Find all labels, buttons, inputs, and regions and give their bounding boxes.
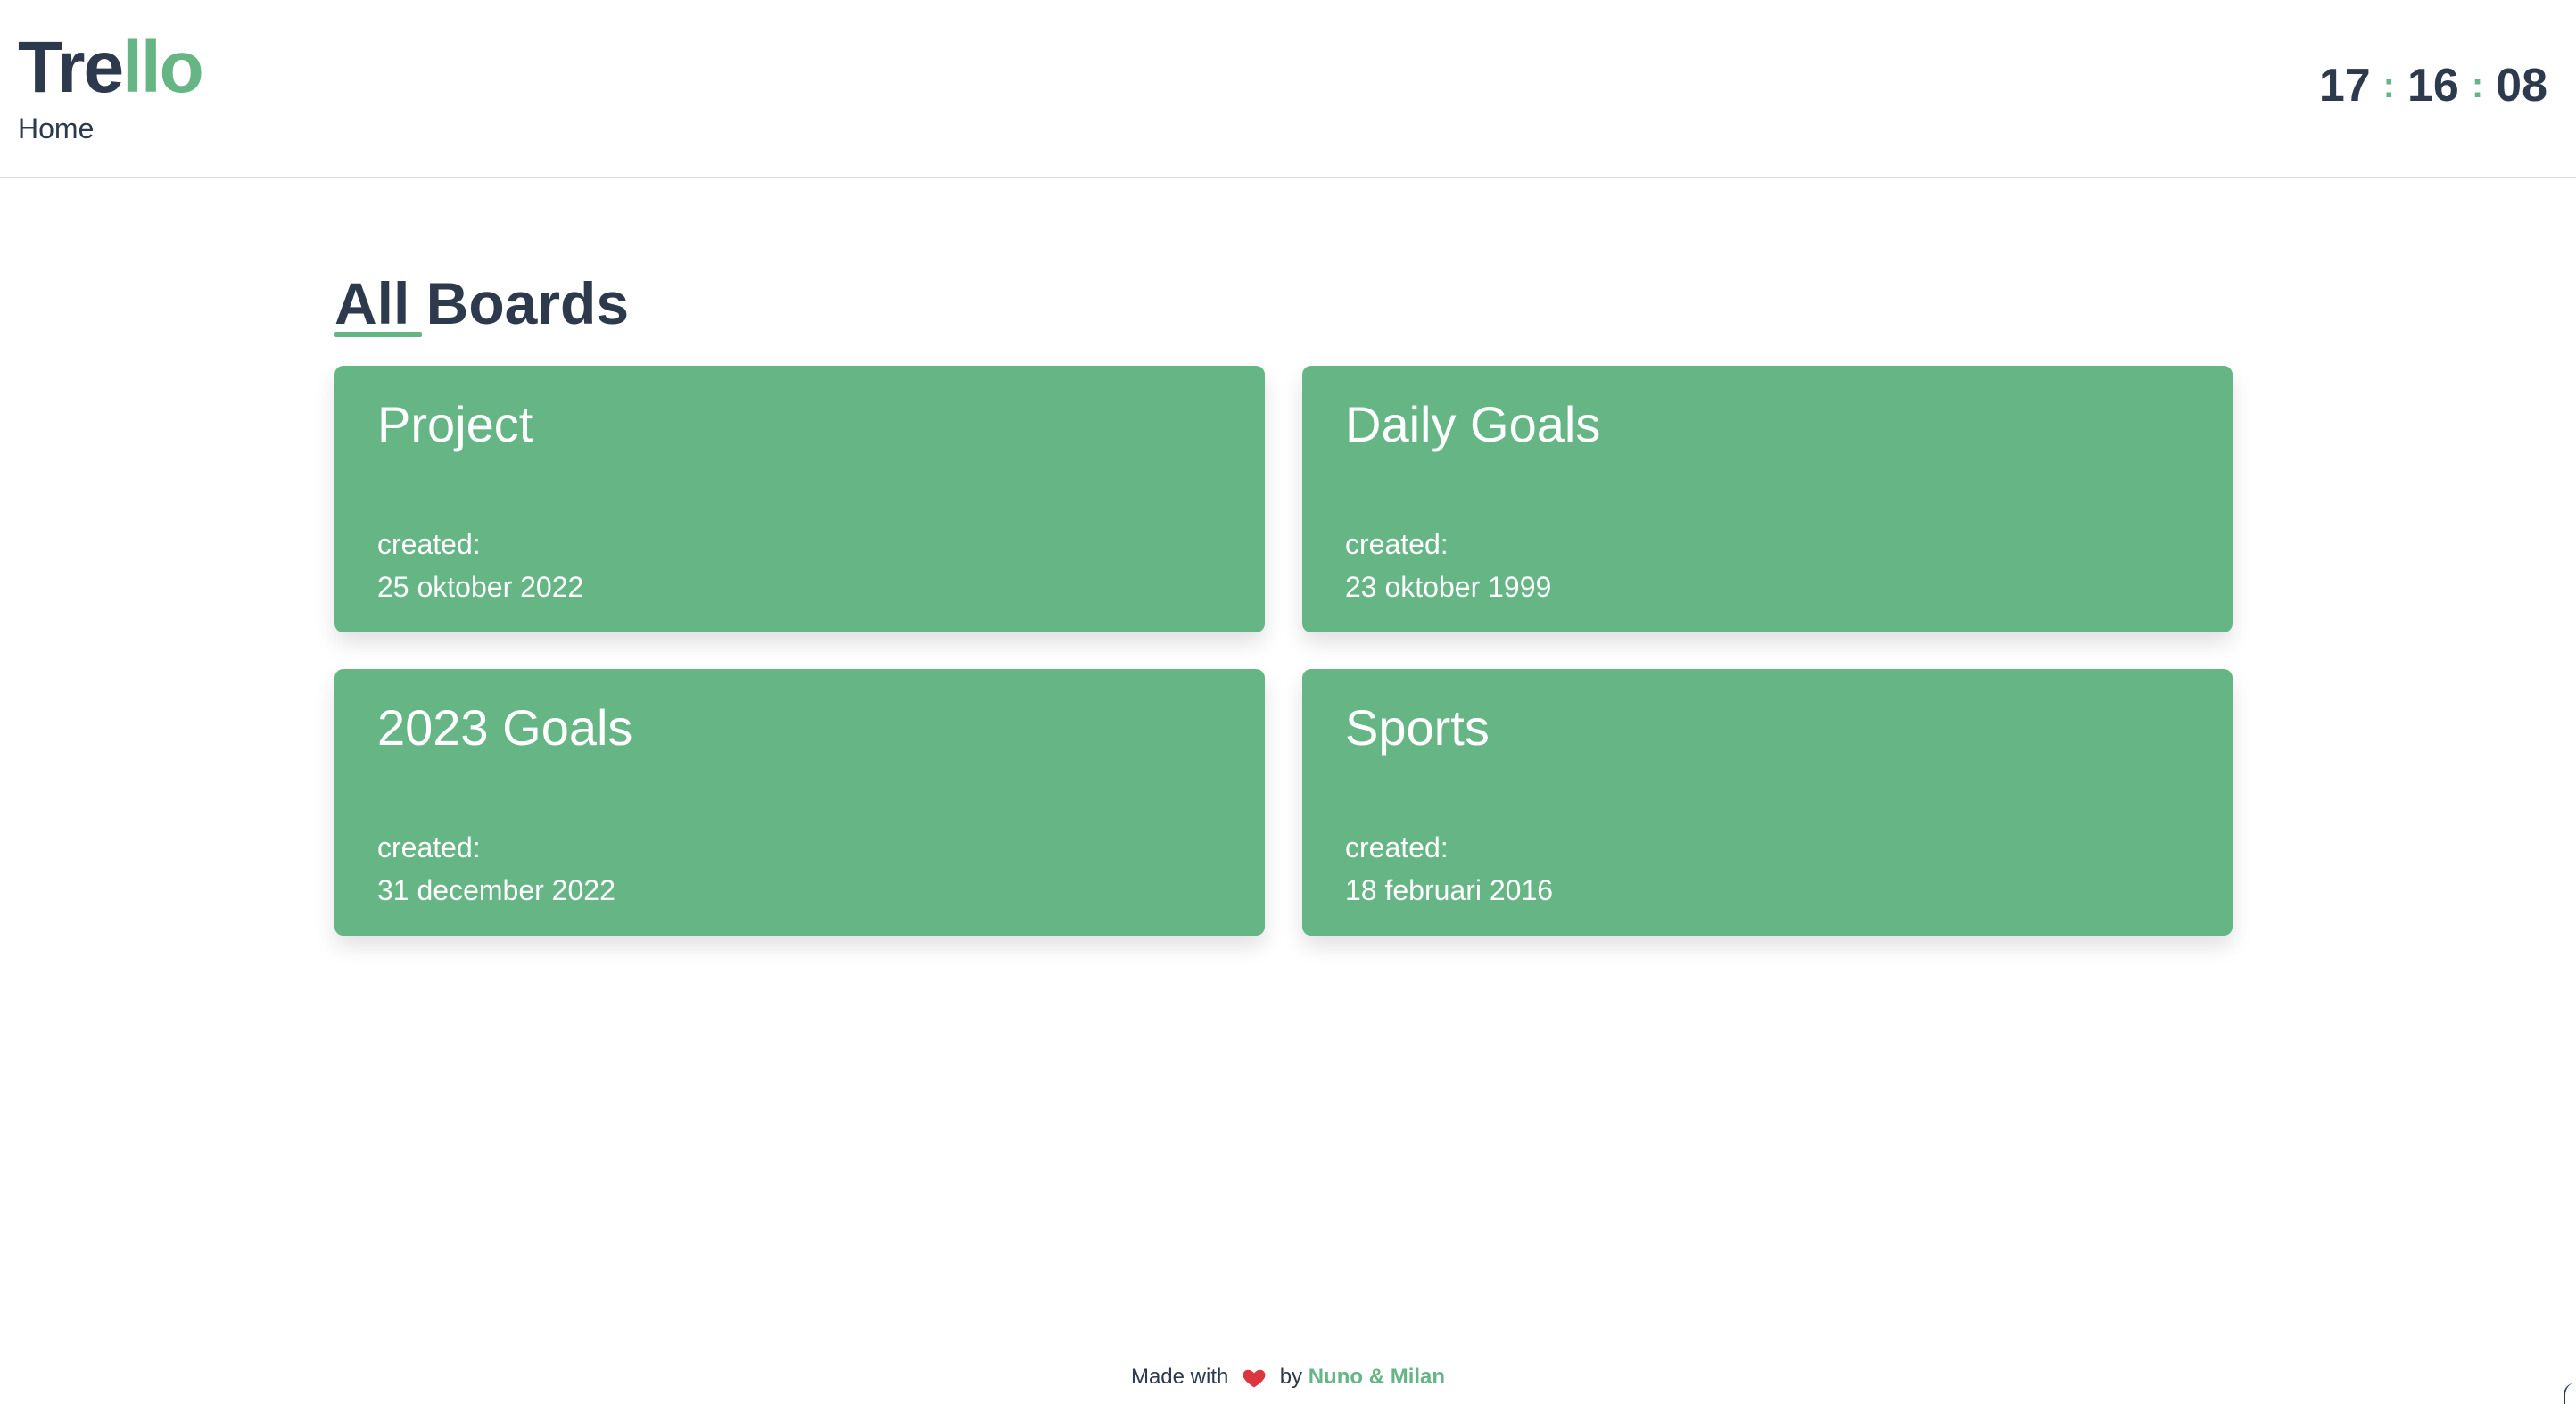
- title-underline: [334, 332, 422, 337]
- board-card-2023-goals[interactable]: 2023 Goals created: 31 december 2022: [334, 669, 1265, 936]
- breadcrumb-home[interactable]: Home: [18, 111, 94, 146]
- clock-minutes: 16: [2407, 60, 2459, 111]
- clock-seconds: 08: [2496, 60, 2547, 111]
- app-header: Trello Home 17 : 16 : 08: [0, 0, 2576, 178]
- board-card-project[interactable]: Project created: 25 oktober 2022: [334, 366, 1265, 632]
- board-created-date: 25 oktober 2022: [377, 571, 584, 603]
- clock: 17 : 16 : 08: [2319, 57, 2547, 114]
- board-title: 2023 Goals: [377, 699, 633, 756]
- page-title: All Boards: [334, 268, 2233, 339]
- app-logo[interactable]: Trello: [18, 23, 204, 112]
- board-created-label: created:: [377, 831, 481, 863]
- board-card-sports[interactable]: Sports created: 18 februari 2016: [1302, 669, 2233, 936]
- board-created-label: created:: [1345, 528, 1449, 560]
- board-created-label: created:: [377, 528, 481, 560]
- clock-separator: :: [2382, 66, 2395, 105]
- main-content: All Boards Project created: 25 oktober 2…: [334, 268, 2233, 936]
- clock-separator: :: [2471, 66, 2484, 105]
- logo-text-part2: llo: [122, 27, 204, 108]
- clock-hours: 17: [2318, 60, 2371, 111]
- board-created-date: 18 februari 2016: [1345, 874, 1554, 906]
- heart-icon: [1243, 1369, 1266, 1388]
- board-title: Daily Goals: [1345, 396, 1601, 452]
- footer-by: by: [1279, 1365, 1303, 1389]
- board-card-daily-goals[interactable]: Daily Goals created: 23 oktober 1999: [1302, 366, 2233, 632]
- board-title: Project: [377, 396, 533, 452]
- board-created-date: 31 december 2022: [377, 874, 615, 906]
- board-created-date: 23 oktober 1999: [1345, 571, 1552, 603]
- footer: Made with by Nuno & Milan: [0, 1361, 2576, 1393]
- page-title-text: All Boards: [334, 270, 630, 336]
- logo-text-part1: Tre: [18, 27, 124, 108]
- footer-authors-link[interactable]: Nuno & Milan: [1309, 1365, 1445, 1389]
- board-title: Sports: [1345, 699, 1490, 756]
- board-created-label: created:: [1345, 831, 1449, 863]
- boards-grid: Project created: 25 oktober 2022 Daily G…: [334, 366, 2233, 936]
- footer-made-with: Made with: [1130, 1365, 1229, 1389]
